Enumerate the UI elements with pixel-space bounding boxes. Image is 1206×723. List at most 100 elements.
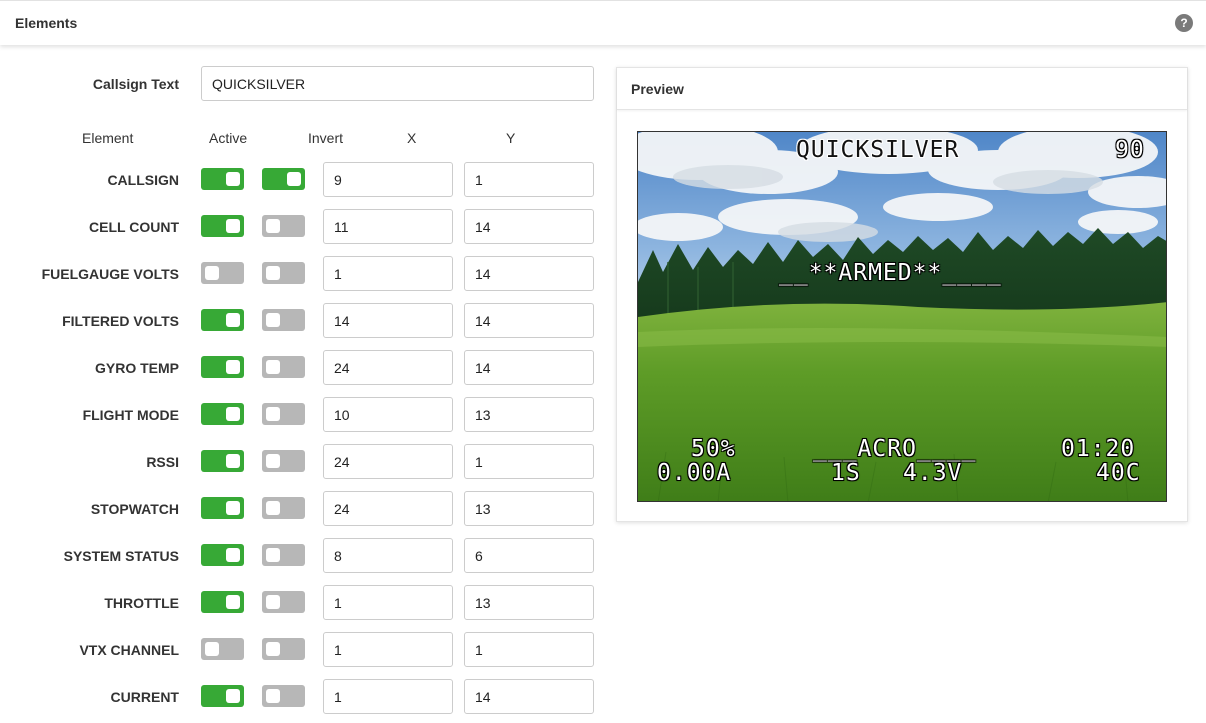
y-position-input-filtered-volts[interactable]: [464, 303, 594, 338]
active-toggle-stopwatch[interactable]: [201, 497, 244, 519]
element-label-callsign: CALLSIGN: [107, 172, 179, 188]
toggle-knob: [266, 407, 280, 421]
column-header-active: Active: [209, 130, 248, 146]
x-position-input-system-status[interactable]: [323, 538, 453, 573]
invert-toggle-flight-mode[interactable]: [262, 403, 305, 425]
y-position-input-vtx-channel[interactable]: [464, 632, 594, 667]
invert-toggle-fuelgauge-volts[interactable]: [262, 262, 305, 284]
toggle-knob: [226, 360, 240, 374]
x-position-input-fuelgauge-volts[interactable]: [323, 256, 453, 291]
toggle-knob: [226, 595, 240, 609]
toggle-knob: [266, 266, 280, 280]
preview-panel: Preview QUICKSILVER 90 __**ARMED**____ 5…: [616, 67, 1188, 522]
active-toggle-cell-count[interactable]: [201, 215, 244, 237]
y-position-input-system-status[interactable]: [464, 538, 594, 573]
y-position-input-current[interactable]: [464, 679, 594, 714]
invert-toggle-callsign[interactable]: [262, 168, 305, 190]
invert-toggle-cell-count[interactable]: [262, 215, 305, 237]
osd-gyro-temp: 40C: [1096, 460, 1141, 486]
toggle-knob: [226, 313, 240, 327]
active-toggle-fuelgauge-volts[interactable]: [201, 262, 244, 284]
invert-toggle-current[interactable]: [262, 685, 305, 707]
preview-title: Preview: [617, 68, 1187, 110]
element-label-system-status: SYSTEM STATUS: [63, 548, 179, 564]
x-position-input-stopwatch[interactable]: [323, 491, 453, 526]
toggle-knob: [266, 454, 280, 468]
x-position-input-throttle[interactable]: [323, 585, 453, 620]
y-position-input-rssi[interactable]: [464, 444, 594, 479]
osd-cell-count: 1S: [831, 460, 861, 486]
element-label-stopwatch: STOPWATCH: [90, 501, 179, 517]
active-toggle-rssi[interactable]: [201, 450, 244, 472]
x-position-input-gyro-temp[interactable]: [323, 350, 453, 385]
osd-flight-mode: ___ACRO____: [813, 436, 977, 462]
active-toggle-vtx-channel[interactable]: [201, 638, 244, 660]
y-position-input-gyro-temp[interactable]: [464, 350, 594, 385]
toggle-knob: [266, 689, 280, 703]
callsign-input[interactable]: [201, 66, 594, 101]
y-position-input-stopwatch[interactable]: [464, 491, 594, 526]
x-position-input-rssi[interactable]: [323, 444, 453, 479]
toggle-knob: [205, 642, 219, 656]
help-icon[interactable]: ?: [1175, 14, 1193, 32]
element-label-current: CURRENT: [110, 689, 179, 705]
element-label-cell-count: CELL COUNT: [89, 219, 179, 235]
active-toggle-system-status[interactable]: [201, 544, 244, 566]
element-label-flight-mode: FLIGHT MODE: [82, 407, 179, 423]
y-position-input-callsign[interactable]: [464, 162, 594, 197]
x-position-input-current[interactable]: [323, 679, 453, 714]
toggle-knob: [287, 172, 301, 186]
column-header-y: Y: [506, 130, 516, 146]
invert-toggle-rssi[interactable]: [262, 450, 305, 472]
invert-toggle-throttle[interactable]: [262, 591, 305, 613]
x-position-input-flight-mode[interactable]: [323, 397, 453, 432]
x-position-input-cell-count[interactable]: [323, 209, 453, 244]
active-toggle-current[interactable]: [201, 685, 244, 707]
element-label-fuelgauge-volts: FUELGAUGE VOLTS: [41, 266, 179, 282]
toggle-knob: [266, 501, 280, 515]
toggle-knob: [266, 313, 280, 327]
toggle-knob: [226, 548, 240, 562]
y-position-input-cell-count[interactable]: [464, 209, 594, 244]
toggle-knob: [266, 642, 280, 656]
element-label-gyro-temp: GYRO TEMP: [94, 360, 179, 376]
toggle-knob: [226, 501, 240, 515]
section-title: Elements: [15, 15, 78, 31]
section-header: Elements ?: [0, 0, 1206, 45]
column-header-element: Element: [82, 130, 134, 146]
active-toggle-filtered-volts[interactable]: [201, 309, 244, 331]
x-position-input-vtx-channel[interactable]: [323, 632, 453, 667]
toggle-knob: [266, 548, 280, 562]
column-header-x: X: [407, 130, 417, 146]
invert-toggle-filtered-volts[interactable]: [262, 309, 305, 331]
osd-stopwatch: 01:20: [1061, 436, 1136, 462]
toggle-knob: [226, 219, 240, 233]
y-position-input-throttle[interactable]: [464, 585, 594, 620]
osd-throttle: 50%: [691, 436, 736, 462]
osd-callsign: QUICKSILVER: [796, 137, 960, 163]
element-label-throttle: THROTTLE: [104, 595, 179, 611]
x-position-input-filtered-volts[interactable]: [323, 303, 453, 338]
x-position-input-callsign[interactable]: [323, 162, 453, 197]
invert-toggle-system-status[interactable]: [262, 544, 305, 566]
toggle-knob: [266, 360, 280, 374]
toggle-knob: [226, 407, 240, 421]
osd-preview: QUICKSILVER 90 __**ARMED**____ 50% ___AC…: [637, 131, 1167, 502]
osd-system-status: __**ARMED**____: [779, 260, 1002, 286]
toggle-knob: [266, 219, 280, 233]
invert-toggle-stopwatch[interactable]: [262, 497, 305, 519]
active-toggle-gyro-temp[interactable]: [201, 356, 244, 378]
y-position-input-flight-mode[interactable]: [464, 397, 594, 432]
toggle-knob: [226, 172, 240, 186]
active-toggle-callsign[interactable]: [201, 168, 244, 190]
element-label-filtered-volts: FILTERED VOLTS: [62, 313, 179, 329]
y-position-input-fuelgauge-volts[interactable]: [464, 256, 594, 291]
invert-toggle-gyro-temp[interactable]: [262, 356, 305, 378]
invert-toggle-vtx-channel[interactable]: [262, 638, 305, 660]
toggle-knob: [226, 454, 240, 468]
active-toggle-throttle[interactable]: [201, 591, 244, 613]
osd-filtered-volts: 4.3V: [903, 460, 963, 486]
osd-current: 0.00A: [657, 460, 732, 486]
toggle-knob: [226, 689, 240, 703]
active-toggle-flight-mode[interactable]: [201, 403, 244, 425]
